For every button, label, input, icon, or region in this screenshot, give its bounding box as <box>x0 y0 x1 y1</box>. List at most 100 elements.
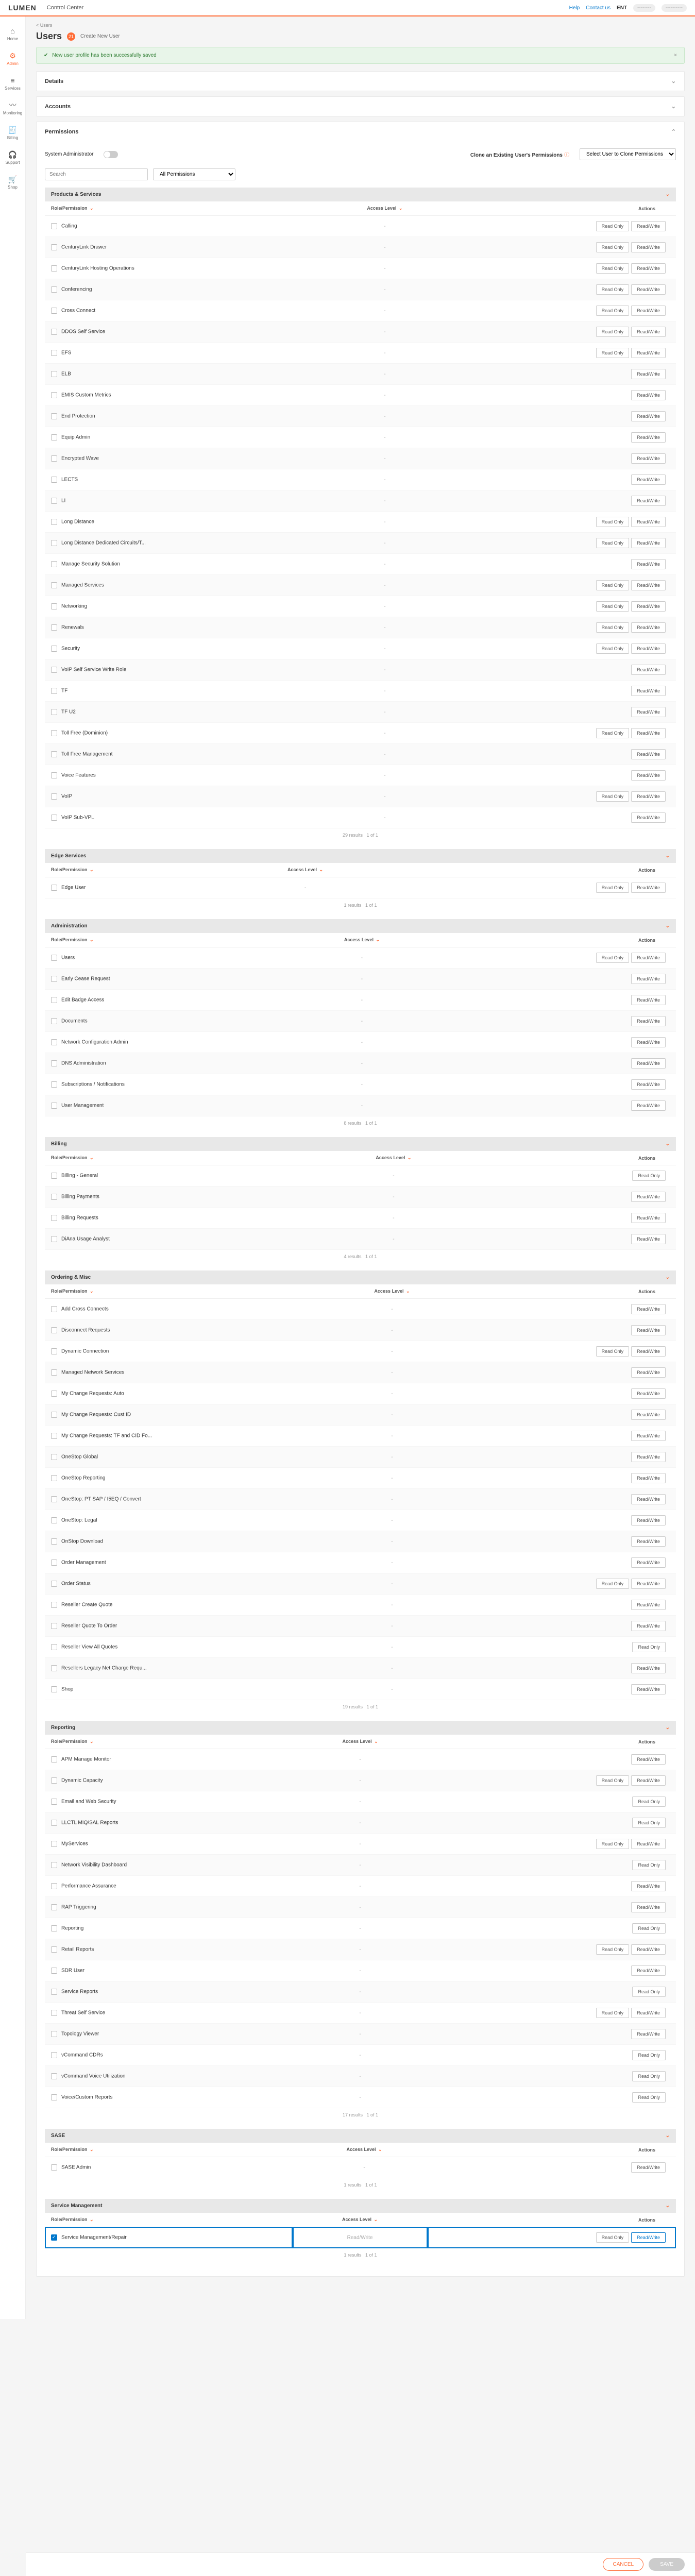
row-checkbox[interactable] <box>51 477 57 483</box>
read-write-button[interactable]: Read/Write <box>631 728 666 738</box>
row-checkbox[interactable] <box>51 1348 57 1354</box>
read-only-button[interactable]: Read Only <box>596 791 630 802</box>
row-checkbox[interactable] <box>51 2234 57 2241</box>
read-write-button[interactable]: Read/Write <box>631 1325 666 1335</box>
row-checkbox[interactable] <box>51 955 57 961</box>
col-role[interactable]: Role/Permission ⌄ <box>45 201 323 216</box>
row-checkbox[interactable] <box>51 371 57 377</box>
sidebar-item-support[interactable]: 🎧Support <box>0 145 25 170</box>
row-checkbox[interactable] <box>51 1989 57 1995</box>
row-checkbox[interactable] <box>51 413 57 419</box>
read-write-button[interactable]: Read/Write <box>631 1944 666 1955</box>
read-write-button[interactable]: Read/Write <box>631 453 666 464</box>
row-checkbox[interactable] <box>51 540 57 546</box>
info-icon[interactable]: ⓘ <box>564 152 569 158</box>
read-write-button[interactable]: Read/Write <box>631 474 666 485</box>
sidebar-item-billing[interactable]: 🧾Billing <box>0 121 25 145</box>
read-write-button[interactable]: Read/Write <box>631 1621 666 1631</box>
read-write-button[interactable]: Read/Write <box>631 1663 666 1673</box>
read-write-button[interactable]: Read/Write <box>631 559 666 569</box>
permissions-header[interactable]: Permissions⌃ <box>37 122 684 141</box>
read-write-button[interactable]: Read/Write <box>631 1431 666 1441</box>
row-checkbox[interactable] <box>51 1194 57 1200</box>
read-only-button[interactable]: Read Only <box>596 1579 630 1589</box>
read-only-button[interactable]: Read Only <box>596 263 630 274</box>
row-checkbox[interactable] <box>51 1412 57 1418</box>
read-write-button[interactable]: Read/Write <box>631 2008 666 2018</box>
col-level[interactable]: Access Level ⌄ <box>226 863 384 877</box>
col-role[interactable]: Role/Permission ⌄ <box>45 1735 293 1749</box>
read-write-button[interactable]: Read/Write <box>631 517 666 527</box>
row-checkbox[interactable] <box>51 1862 57 1868</box>
read-write-button[interactable]: Read/Write <box>631 974 666 984</box>
row-checkbox[interactable] <box>51 815 57 821</box>
permission-filter[interactable]: All Permissions <box>153 168 235 180</box>
read-write-button[interactable]: Read/Write <box>631 1684 666 1694</box>
row-checkbox[interactable] <box>51 2010 57 2016</box>
read-write-button[interactable]: Read/Write <box>631 883 666 893</box>
col-role[interactable]: Role/Permission ⌄ <box>45 1284 331 1299</box>
row-checkbox[interactable] <box>51 265 57 272</box>
read-write-button[interactable]: Read/Write <box>631 369 666 379</box>
col-role[interactable]: Role/Permission ⌄ <box>45 863 226 877</box>
read-only-button[interactable]: Read Only <box>632 2071 666 2081</box>
row-checkbox[interactable] <box>51 1841 57 1847</box>
user-menu[interactable]: ---------- <box>662 4 687 12</box>
read-write-button[interactable]: Read/Write <box>631 1192 666 1202</box>
row-checkbox[interactable] <box>51 1081 57 1088</box>
col-role[interactable]: Role/Permission ⌄ <box>45 933 295 947</box>
row-checkbox[interactable] <box>51 455 57 462</box>
read-only-button[interactable]: Read Only <box>632 1860 666 1870</box>
read-only-button[interactable]: Read Only <box>596 1839 630 1849</box>
read-only-button[interactable]: Read Only <box>596 2008 630 2018</box>
read-only-button[interactable]: Read Only <box>596 883 630 893</box>
col-level[interactable]: Access Level ⌄ <box>331 1284 452 1299</box>
row-checkbox[interactable] <box>51 1644 57 1650</box>
read-write-button[interactable]: Read/Write <box>631 749 666 759</box>
read-write-button[interactable]: Read/Write <box>631 1494 666 1504</box>
group-header[interactable]: Edge Services⌄ <box>45 849 676 863</box>
read-write-button[interactable]: Read/Write <box>631 284 666 295</box>
read-write-button[interactable]: Read/Write <box>631 1100 666 1111</box>
row-checkbox[interactable] <box>51 1602 57 1608</box>
row-checkbox[interactable] <box>51 793 57 800</box>
row-checkbox[interactable] <box>51 350 57 356</box>
read-only-button[interactable]: Read Only <box>632 2092 666 2103</box>
row-checkbox[interactable] <box>51 688 57 694</box>
read-only-button[interactable]: Read Only <box>596 348 630 358</box>
row-checkbox[interactable] <box>51 1060 57 1066</box>
read-write-button[interactable]: Read/Write <box>631 327 666 337</box>
read-only-button[interactable]: Read Only <box>596 580 630 590</box>
group-header[interactable]: Reporting⌄ <box>45 1721 676 1735</box>
row-checkbox[interactable] <box>51 1581 57 1587</box>
read-write-button[interactable]: Read/Write <box>631 791 666 802</box>
col-level[interactable]: Access Level ⌄ <box>295 933 429 947</box>
row-checkbox[interactable] <box>51 1883 57 1889</box>
row-checkbox[interactable] <box>51 1820 57 1826</box>
read-write-button[interactable]: Read/Write <box>631 348 666 358</box>
read-only-button[interactable]: Read Only <box>596 2232 630 2243</box>
read-write-button[interactable]: Read/Write <box>631 263 666 274</box>
row-checkbox[interactable] <box>51 1777 57 1784</box>
read-write-button[interactable]: Read/Write <box>631 995 666 1005</box>
read-write-button[interactable]: Read/Write <box>631 1304 666 1314</box>
read-write-button[interactable]: Read/Write <box>631 707 666 717</box>
save-button[interactable]: SAVE <box>649 2558 685 2571</box>
read-write-button[interactable]: Read/Write <box>631 1754 666 1765</box>
row-checkbox[interactable] <box>51 1103 57 1109</box>
read-only-button[interactable]: Read Only <box>632 1171 666 1181</box>
row-checkbox[interactable] <box>51 561 57 567</box>
read-write-button[interactable]: Read/Write <box>631 1965 666 1976</box>
row-checkbox[interactable] <box>51 1236 57 1242</box>
row-checkbox[interactable] <box>51 667 57 673</box>
accounts-header[interactable]: Accounts⌄ <box>37 97 684 116</box>
read-write-button[interactable]: Read/Write <box>631 221 666 231</box>
read-write-button[interactable]: Read/Write <box>631 1515 666 1526</box>
read-only-button[interactable]: Read Only <box>632 1818 666 1828</box>
read-only-button[interactable]: Read Only <box>632 1642 666 1652</box>
row-checkbox[interactable] <box>51 1475 57 1481</box>
read-write-button[interactable]: Read/Write <box>631 1902 666 1912</box>
read-only-button[interactable]: Read Only <box>596 643 630 654</box>
group-header[interactable]: SASE⌄ <box>45 2129 676 2143</box>
read-only-button[interactable]: Read Only <box>596 327 630 337</box>
